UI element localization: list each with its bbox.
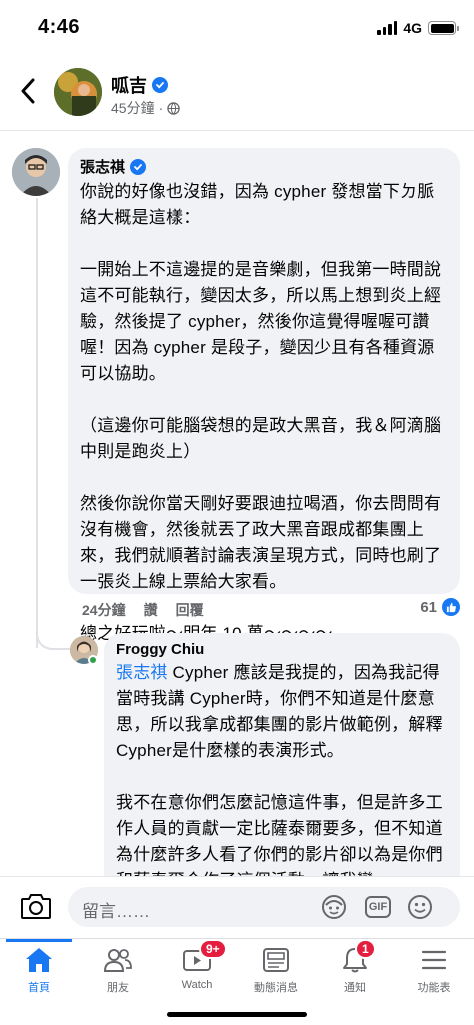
news-feed-icon — [263, 948, 289, 972]
tab-label: Watch — [181, 979, 213, 991]
active-tab-indicator — [6, 939, 72, 942]
battery-icon — [428, 21, 459, 35]
comment-author-name: 張志祺 — [80, 159, 126, 176]
status-bar: 4:46 4G — [0, 0, 474, 58]
gif-icon: GIF — [365, 896, 391, 918]
tab-home[interactable]: 首頁 — [0, 943, 79, 995]
reaction-count: 61 — [420, 598, 437, 616]
menu-icon — [421, 950, 447, 970]
status-indicators: 4G — [377, 20, 459, 36]
page-avatar[interactable] — [54, 68, 102, 116]
camera-icon — [21, 894, 51, 919]
emoji-icon — [408, 895, 432, 919]
comment-placeholder: 留言…… — [82, 902, 150, 921]
tab-notifications[interactable]: 1 通知 — [315, 939, 395, 995]
commenter-avatar[interactable] — [12, 148, 60, 196]
reply-link[interactable]: 回覆 — [176, 600, 204, 620]
globe-icon — [167, 101, 180, 115]
tab-label: 功能表 — [417, 982, 451, 994]
tab-menu[interactable]: 功能表 — [394, 943, 474, 995]
online-status-icon — [88, 655, 98, 665]
home-icon — [26, 948, 52, 972]
reply-text: 張志祺 Cypher 應該是我提的，因為我記得當時我講 Cypher時，你們不知… — [116, 660, 448, 893]
status-time: 4:46 — [38, 16, 81, 38]
back-button[interactable] — [14, 76, 42, 106]
header-divider — [0, 130, 474, 131]
watch-badge: 9+ — [199, 939, 227, 959]
camera-button[interactable] — [20, 891, 52, 921]
tab-label: 動態消息 — [254, 982, 298, 994]
comment-input[interactable]: 留言…… GIF — [68, 887, 460, 927]
comment-actions: 24分鐘 讚 回覆 — [82, 600, 204, 620]
friends-icon — [103, 949, 132, 972]
thread-connector — [36, 610, 70, 650]
comment-bubble[interactable]: 張志祺 你說的好像也沒錯，因為 cypher 發想當下ㄉ脈絡大概是這樣： 一開始… — [68, 148, 460, 643]
post-time: 45分鐘 — [111, 100, 155, 116]
reply-author[interactable]: Froggy Chiu — [116, 641, 448, 658]
tab-news-feed[interactable]: 動態消息 — [236, 943, 316, 995]
reply-author-name: Froggy Chiu — [116, 641, 205, 658]
gif-button[interactable]: GIF — [364, 893, 392, 921]
verified-badge-icon — [152, 77, 168, 93]
chevron-left-icon — [21, 78, 35, 104]
comment-composer: 留言…… GIF — [0, 876, 474, 938]
thumbs-up-icon — [442, 598, 460, 616]
page-name-text: 呱吉 — [111, 76, 147, 96]
tab-label: 通知 — [344, 982, 366, 994]
signal-icon — [377, 21, 398, 35]
reply-bubble[interactable]: Froggy Chiu 張志祺 Cypher 應該是我提的，因為我記得當時我講 … — [104, 633, 460, 893]
network-type: 4G — [403, 20, 422, 36]
tab-label: 朋友 — [107, 982, 129, 994]
avatar-sticker-button[interactable] — [320, 893, 348, 921]
like-link[interactable]: 讚 — [144, 600, 158, 620]
notification-badge: 1 — [355, 939, 376, 959]
emoji-button[interactable] — [406, 893, 434, 921]
comment-text: 你說的好像也沒錯，因為 cypher 發想當下ㄉ脈絡大概是這樣： 一開始上不這邊… — [80, 182, 442, 643]
tab-friends[interactable]: 朋友 — [78, 943, 158, 995]
avatar-sticker-icon — [322, 895, 346, 919]
post-meta: 45分鐘 · — [111, 98, 180, 118]
home-indicator — [167, 1012, 307, 1017]
page-name[interactable]: 呱吉 — [111, 72, 168, 98]
comment-author[interactable]: 張志祺 — [80, 156, 448, 177]
reply-body: Cypher 應該是我提的，因為我記得當時我講 Cypher時，你們不知道是什麼… — [116, 663, 443, 890]
comment-time: 24分鐘 — [82, 602, 126, 618]
thread-line — [36, 198, 38, 648]
tab-watch[interactable]: 9+ Watch — [157, 939, 237, 995]
post-header: 呱吉 45分鐘 · — [0, 60, 474, 126]
meta-separator: · — [158, 100, 164, 116]
reaction-summary[interactable]: 61 — [420, 598, 460, 616]
tab-label: 首頁 — [28, 982, 50, 994]
verified-badge-icon — [130, 158, 147, 175]
mention-link[interactable]: 張志祺 — [116, 663, 168, 682]
